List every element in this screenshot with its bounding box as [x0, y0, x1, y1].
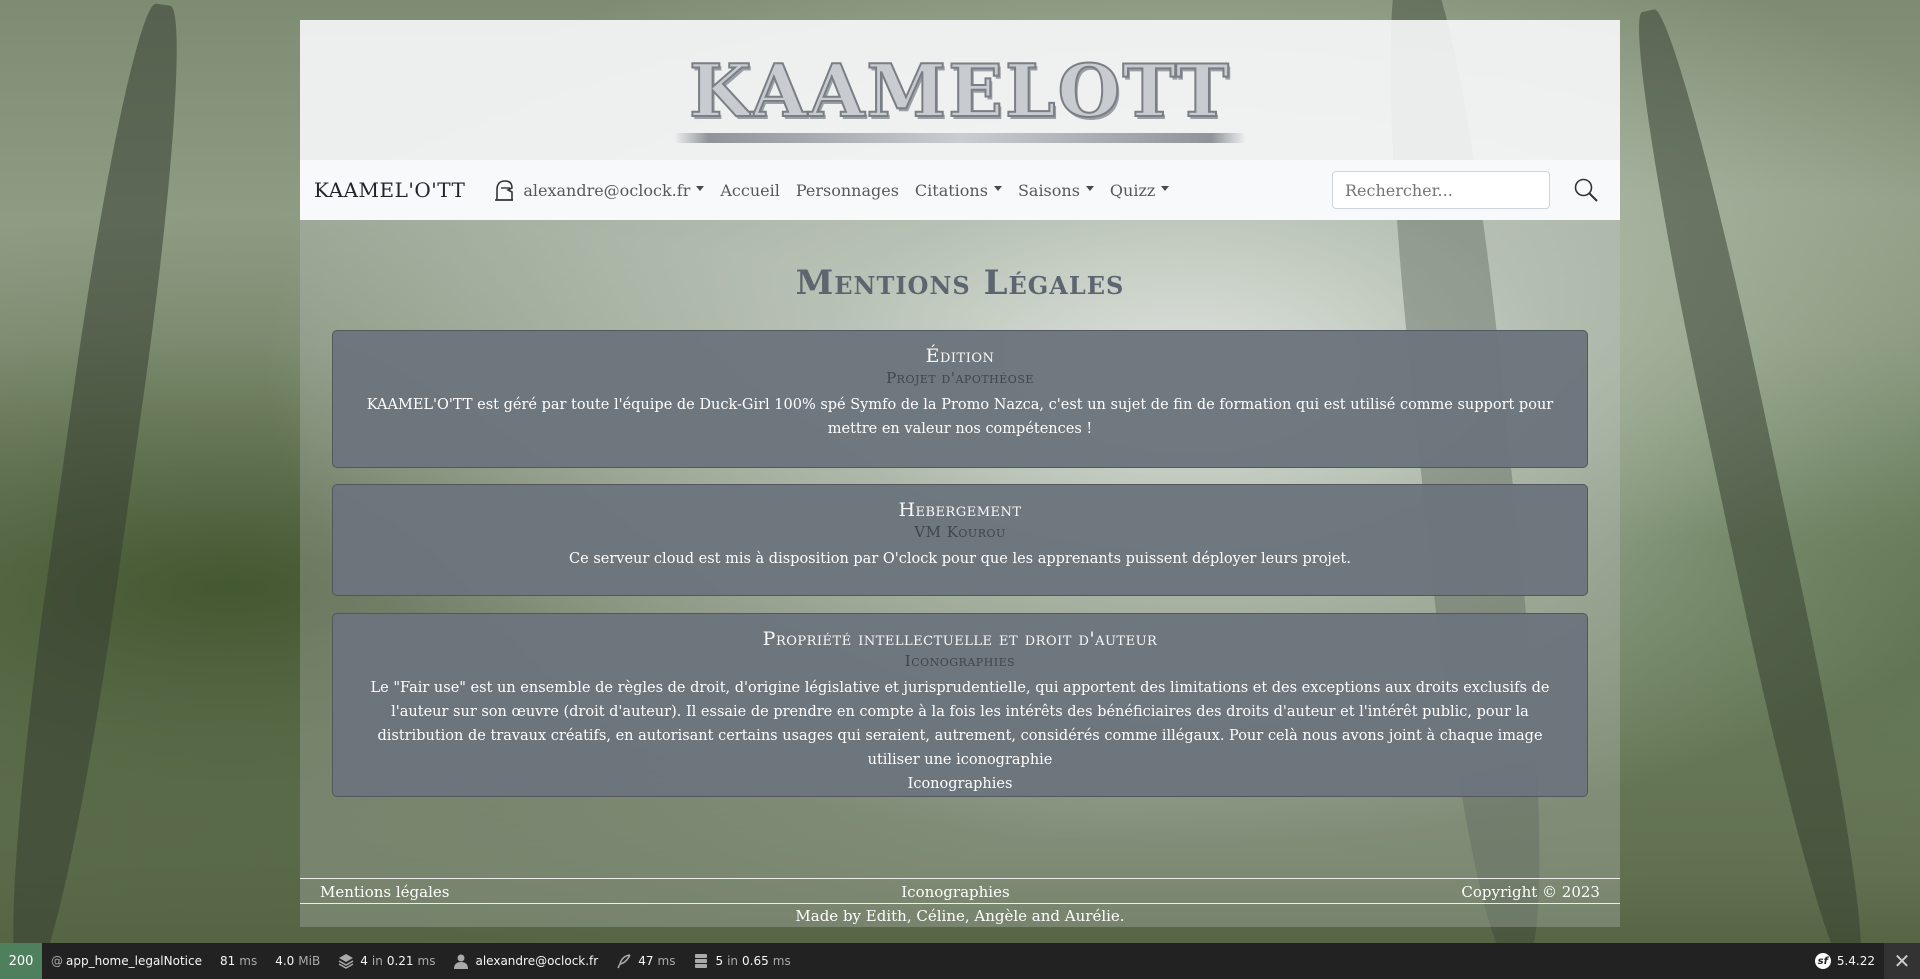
card-text: Le "Fair use" est un ensemble de règles … — [370, 680, 1550, 768]
nav-quizz-dropdown[interactable]: Quizz — [1109, 180, 1170, 200]
iconographies-link[interactable]: Iconographies — [333, 772, 1587, 796]
nav-accueil[interactable]: Accueil — [720, 181, 779, 200]
database-icon — [695, 954, 708, 968]
footer: Mentions légales Iconographies Copyright… — [300, 880, 1620, 904]
memory-unit: MiB — [298, 954, 321, 968]
background-tree — [1618, 4, 1882, 975]
status-code-badge[interactable]: 200 — [0, 943, 42, 979]
database-info[interactable]: 5 in 0.65 ms — [684, 943, 799, 979]
site-logo[interactable]: KAAMELOTT — [674, 47, 1246, 143]
navbar: KAAMEL'O'TT alexandre@oclock.fr Accueil … — [300, 160, 1620, 220]
performance-info[interactable]: 47 ms — [607, 943, 684, 979]
memory-usage[interactable]: 4.0 MiB — [266, 943, 329, 979]
knight-helmet-icon — [495, 180, 514, 201]
layers-icon — [338, 954, 354, 969]
db-count: 5 — [715, 954, 724, 968]
card-edition: Édition Projet d'apothéose KAAMEL'O'TT e… — [332, 330, 1588, 468]
search-button[interactable] — [1566, 171, 1606, 209]
nav-label: Citations — [914, 180, 988, 200]
footer-divider — [300, 878, 1620, 879]
search-icon — [1574, 178, 1598, 202]
card-subtitle: Projet d'apothéose — [886, 369, 1034, 387]
sword-icon — [674, 132, 1246, 143]
version-text: 5.4.22 — [1836, 954, 1875, 968]
card-title: Propriété intellectuelle et droit d'aute… — [762, 628, 1158, 650]
symfony-version[interactable]: sf 5.4.22 — [1806, 943, 1884, 979]
db-time: 0.65 — [742, 954, 769, 968]
chevron-down-icon — [696, 185, 705, 191]
twig-unit: ms — [417, 954, 436, 968]
page-title: Mentions Légales — [795, 263, 1125, 303]
footer-copyright: Copyright © 2023 — [1461, 883, 1600, 901]
symfony-logo-icon: sf — [1814, 953, 1831, 969]
card-hebergement: Hebergement VM Kourou Ce serveur cloud e… — [332, 484, 1588, 596]
header-banner: KAAMELOTT — [300, 20, 1620, 160]
background-tree — [0, 0, 198, 979]
perf-value: 47 — [638, 954, 654, 968]
time-value: 81 — [219, 954, 236, 968]
card-body: est géré par toute l'équipe de Duck-Girl… — [472, 397, 1554, 437]
at-icon: @ — [51, 954, 63, 968]
security-user: alexandre@oclock.fr — [475, 954, 599, 968]
card-subtitle: Iconographies — [904, 652, 1016, 670]
twig-time: 0.21 — [386, 954, 414, 968]
user-icon — [454, 954, 469, 969]
brand-name: KAAMEL'O'TT — [366, 397, 473, 413]
navbar-brand[interactable]: KAAMEL'O'TT — [314, 178, 465, 202]
memory-value: 4.0 — [275, 954, 295, 968]
twig-count: 4 — [360, 954, 368, 968]
footer-iconographies-link[interactable]: Iconographies — [901, 883, 1009, 901]
footer-mentions-legales-link[interactable]: Mentions légales — [320, 883, 449, 901]
user-dropdown[interactable]: alexandre@oclock.fr — [493, 178, 705, 202]
security-info[interactable]: alexandre@oclock.fr — [444, 943, 607, 979]
search-input[interactable] — [1332, 171, 1550, 209]
chevron-down-icon — [1161, 185, 1170, 191]
request-time[interactable]: 81 ms — [211, 943, 266, 979]
page-container: KAAMELOTT KAAMEL'O'TT alexandre@oclock.f… — [300, 20, 1620, 927]
nav-label: Accueil — [720, 180, 780, 200]
twig-info[interactable]: 4 in 0.21 ms — [329, 943, 444, 979]
user-email: alexandre@oclock.fr — [523, 180, 691, 200]
twig-in: in — [371, 954, 383, 968]
card-title: Hebergement — [898, 499, 1022, 521]
route-name: app_home_legalNotice — [66, 954, 202, 968]
card-title: Édition — [925, 345, 995, 367]
nav-label: Personnages — [795, 180, 899, 200]
footer-credits: Made by Edith, Céline, Angèle and Auréli… — [795, 907, 1125, 925]
db-in: in — [727, 954, 739, 968]
close-icon[interactable]: ✕ — [1884, 943, 1920, 979]
symfony-debug-toolbar: 200 @ app_home_legalNotice 81 ms 4.0 MiB… — [0, 943, 1920, 979]
chevron-down-icon — [1085, 185, 1094, 191]
card-subtitle: VM Kourou — [914, 523, 1006, 541]
nav-label: Quizz — [1109, 180, 1156, 200]
chevron-down-icon — [993, 185, 1002, 191]
feather-icon — [617, 954, 631, 969]
route-info[interactable]: @ app_home_legalNotice — [42, 943, 211, 979]
nav-citations-dropdown[interactable]: Citations — [915, 181, 1002, 200]
time-unit: ms — [239, 954, 258, 968]
nav-personnages[interactable]: Personnages — [796, 181, 899, 200]
nav-label: Saisons — [1017, 180, 1080, 200]
perf-unit: ms — [657, 954, 676, 968]
card-text: KAAMEL'O'TT est géré par toute l'équipe … — [333, 393, 1587, 441]
card-text: Ce serveur cloud est mis à disposition p… — [569, 551, 1351, 567]
db-unit: ms — [772, 954, 791, 968]
card-propriete-intellectuelle: Propriété intellectuelle et droit d'aute… — [332, 613, 1588, 797]
nav-saisons-dropdown[interactable]: Saisons — [1018, 181, 1094, 200]
